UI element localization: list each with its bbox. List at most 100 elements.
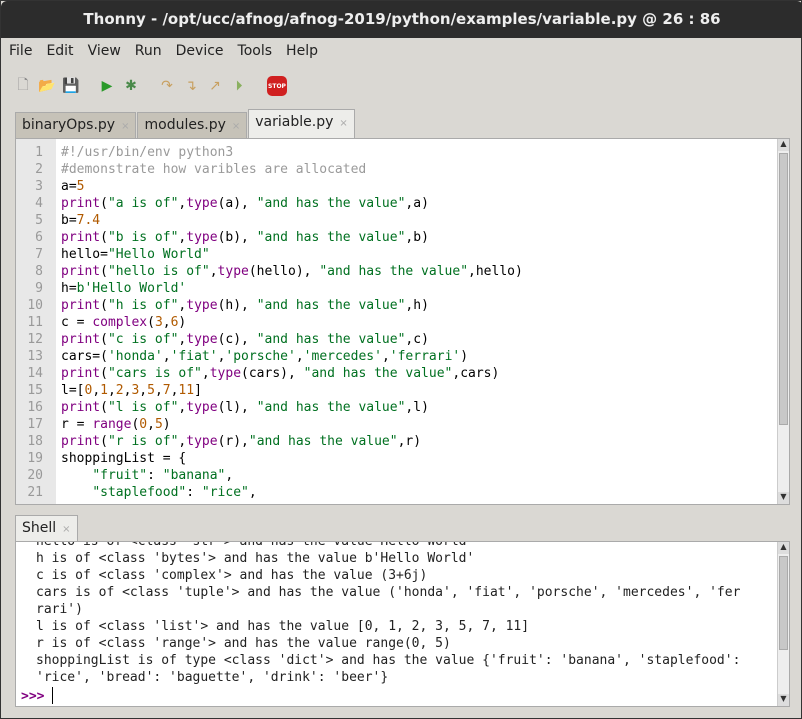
scroll-up-icon[interactable]: ▲ [778,139,789,151]
code-line: hello="Hello World" [61,246,523,263]
code-editor[interactable]: 1 2 3 4 5 6 7 8 9 10 11 12 13 14 15 16 17 18 19 20 21 #!/usr… [15,138,790,505]
code-token: ] [194,383,202,398]
run-icon[interactable]: ▶ [97,76,117,96]
scroll-down-icon[interactable]: ▼ [778,694,789,706]
line-number: 9 [35,281,43,296]
tab-shell[interactable]: Shell × [15,515,78,541]
code-token: h= [61,281,77,296]
open-file-icon[interactable]: 📂 [37,76,57,96]
code-token: "and has the value" [256,196,406,211]
code-token: cars=( [61,349,108,364]
code-token: ,a) [405,196,429,211]
code-token: 'mercedes' [303,349,382,364]
code-line: l=[0,1,2,3,5,7,11] [61,382,523,399]
code-token: "and has the value" [303,366,453,381]
code-token: print [61,230,101,245]
menu-file[interactable]: File [1,41,38,65]
code-token: 5 [147,383,155,398]
new-file-icon[interactable]: 🗋 [13,76,33,96]
code-line: "fruit": "banana", [61,467,523,484]
line-number: 2 [35,162,43,177]
step-out-icon[interactable]: ↗ [205,76,225,96]
code-token: "Hello World" [107,247,210,262]
editor-tabs: binaryOps.py × modules.py × variable.py × [15,109,356,138]
code-line: print("hello is of",type(hello), "and ha… [61,263,523,280]
code-token: type [186,298,218,313]
code-line: print("a is of",type(a), "and has the va… [61,195,523,212]
code-token: "fruit" [92,468,148,483]
code-line: print("c is of",type(c), "and has the va… [61,331,523,348]
code-token: "staplefood" [92,485,187,500]
code-token: print [61,196,101,211]
menu-view[interactable]: View [80,41,127,65]
scrollbar-thumb[interactable] [779,153,788,425]
line-number: 8 [35,264,43,279]
code-token: "b is of" [107,230,179,245]
scrollbar-thumb[interactable] [779,556,788,650]
code-token: , [381,349,390,364]
close-icon[interactable]: × [121,121,129,132]
shell-output-line: rari') [36,602,83,617]
code-token: "cars is of" [107,366,202,381]
menu-help[interactable]: Help [278,41,324,65]
code-token: 7.4 [76,213,101,228]
resume-icon[interactable]: ⏵ [229,76,249,96]
editor-scrollbar[interactable]: ▲ ▼ [777,139,789,504]
tab-variable-py[interactable]: variable.py × [248,109,355,138]
code-token: ( [100,400,108,415]
text-cursor [52,687,53,704]
code-token: ,l) [405,400,429,415]
code-token: "and has the value" [256,298,406,313]
code-token: ( [100,434,108,449]
code-line: #!/usr/bin/env python3 [61,144,523,161]
shell-output-line: 'rice', 'bread': 'baguette', 'drink': 'b… [36,670,389,685]
close-icon[interactable]: × [339,118,347,129]
code-token: type [186,332,218,347]
code-token: , [107,383,116,398]
code-token: , [92,383,101,398]
code-token: ) [460,349,469,364]
scroll-down-icon[interactable]: ▼ [778,492,789,504]
code-text[interactable]: #!/usr/bin/env python3 #demonstrate how v… [61,144,523,501]
code-token: 11 [178,383,195,398]
code-token: type [209,366,242,381]
scroll-up-icon[interactable]: ▲ [778,542,789,554]
shell-output-line: cars is of <class 'tuple'> and has the v… [36,585,741,600]
step-over-icon[interactable]: ↷ [157,76,177,96]
code-token: "and has the value" [256,230,406,245]
tab-binaryOps-py[interactable]: binaryOps.py × [15,112,137,138]
code-token: ,hello) [468,264,523,279]
menu-tools[interactable]: Tools [230,41,279,65]
code-token: #demonstrate how varibles are allocated [61,162,367,177]
code-token: , [248,485,257,500]
code-token: 5 [154,417,163,432]
menu-run[interactable]: Run [127,41,168,65]
shell-scrollbar[interactable]: ▲ ▼ [777,542,789,706]
code-token: l=[ [61,383,85,398]
code-token: print [61,332,101,347]
code-token: , [139,383,148,398]
shell-output: hello is of <class 'str'> and has the va… [36,542,741,686]
tab-modules-py[interactable]: modules.py × [137,112,248,138]
line-numbers: 1 2 3 4 5 6 7 8 9 10 11 12 13 14 15 16 17 18 19 20 21 [16,144,56,501]
stop-icon[interactable]: STOP [267,76,287,96]
debug-icon[interactable]: ✱ [121,76,141,96]
line-number: 21 [27,485,43,500]
code-token: type [186,434,218,449]
code-token: (r), [217,434,249,449]
code-line: h=b'Hello World' [61,280,523,297]
code-line: print("l is of",type(l), "and has the va… [61,399,523,416]
code-token: 3 [154,315,163,330]
menu-device[interactable]: Device [168,41,230,65]
save-file-icon[interactable]: 💾 [61,76,81,96]
code-token: type [186,400,218,415]
close-icon[interactable]: × [232,121,240,132]
step-into-icon[interactable]: ↴ [181,76,201,96]
menu-edit[interactable]: Edit [38,41,79,65]
code-token: ,c) [405,332,429,347]
close-icon[interactable]: × [62,524,70,535]
shell-panel[interactable]: hello is of <class 'str'> and has the va… [15,541,790,707]
code-line: cars=('honda','fiat','porsche','mercedes… [61,348,523,365]
